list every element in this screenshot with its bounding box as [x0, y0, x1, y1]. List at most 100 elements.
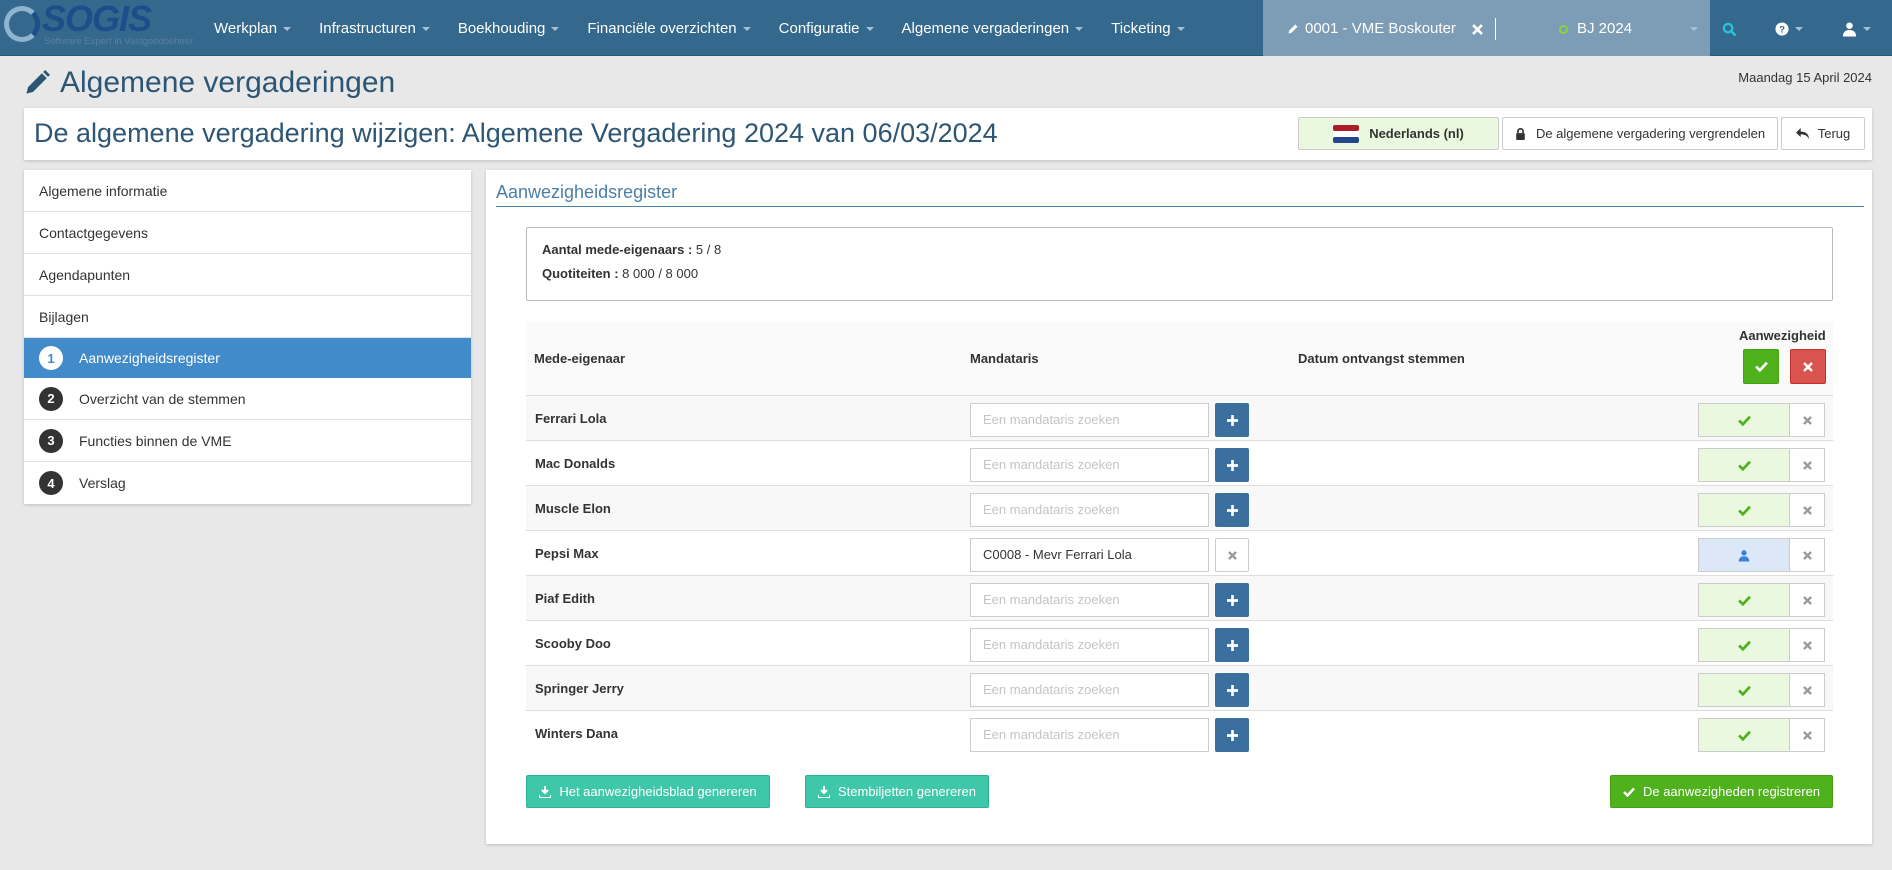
mandataris-search-input[interactable]: Een mandataris zoeken — [970, 628, 1209, 662]
sogis-logo[interactable]: SOGIS Software Expert in Vastgoedbeheer — [2, 0, 193, 54]
proxy-indicator[interactable] — [1698, 538, 1790, 572]
close-icon — [1802, 505, 1812, 515]
add-mandataris-button[interactable] — [1215, 583, 1249, 617]
sidebar-item-overzicht-stemmen[interactable]: 2 Overzicht van de stemmen — [24, 378, 471, 420]
sidebar-item-contactgegevens[interactable]: Contactgegevens — [24, 212, 471, 254]
lock-icon — [1516, 127, 1525, 140]
absent-toggle[interactable] — [1790, 538, 1825, 572]
menu-financiele-overzichten[interactable]: Financiële overzichten — [573, 0, 764, 56]
top-navbar: SOGIS Software Expert in Vastgoedbeheer … — [0, 0, 1892, 56]
sidebar-item-bijlagen[interactable]: Bijlagen — [24, 296, 471, 338]
plus-icon — [1226, 459, 1238, 471]
vme-current[interactable]: 0001 - VME Boskouter — [1287, 0, 1483, 56]
add-mandataris-button[interactable] — [1215, 493, 1249, 527]
sidebar-item-aanwezigheidsregister[interactable]: 1 Aanwezigheidsregister — [24, 338, 471, 378]
current-date: Maandag 15 April 2024 — [1738, 70, 1872, 85]
absent-toggle[interactable] — [1790, 448, 1825, 482]
search-nav[interactable] — [1722, 0, 1737, 56]
mandataris-search-input[interactable]: Een mandataris zoeken — [970, 673, 1209, 707]
add-mandataris-button[interactable] — [1215, 718, 1249, 752]
add-mandataris-button[interactable] — [1215, 448, 1249, 482]
close-vme-icon[interactable] — [1472, 23, 1483, 35]
mandataris-search-input[interactable]: Een mandataris zoeken — [970, 403, 1209, 437]
owners-count: Aantal mede-eigenaars : 5 / 8 — [542, 242, 722, 257]
bj-caret-icon[interactable] — [1690, 27, 1698, 31]
owner-name: Muscle Elon — [535, 501, 611, 516]
absent-toggle[interactable] — [1790, 718, 1825, 752]
present-toggle[interactable] — [1698, 628, 1790, 662]
sidebar-item-label: Functies binnen de VME — [79, 432, 232, 449]
download-icon — [817, 785, 830, 798]
sidebar-item-label: Aanwezigheidsregister — [79, 350, 220, 366]
netherlands-flag-icon — [1333, 124, 1360, 143]
col-datum: Datum ontvangst stemmen — [1298, 351, 1465, 366]
present-toggle[interactable] — [1698, 583, 1790, 617]
form-title: De algemene vergadering wijzigen: Algeme… — [34, 118, 998, 148]
heading-underline — [496, 206, 1864, 207]
user-nav[interactable] — [1842, 0, 1871, 56]
generate-ballots-button[interactable]: Stembiljetten genereren — [805, 775, 989, 808]
add-mandataris-button[interactable] — [1215, 673, 1249, 707]
help-nav[interactable]: ? — [1775, 0, 1803, 56]
lock-meeting-button[interactable]: De algemene vergadering vergrendelen — [1502, 117, 1778, 150]
language-button[interactable]: Nederlands (nl) — [1298, 117, 1499, 150]
sidebar-item-agendapunten[interactable]: Agendapunten — [24, 254, 471, 296]
add-mandataris-button[interactable] — [1215, 403, 1249, 437]
caret-down-icon — [1075, 27, 1084, 32]
mandataris-search-input[interactable]: Een mandataris zoeken — [970, 718, 1209, 752]
mandataris-search-input[interactable]: Een mandataris zoeken — [970, 448, 1209, 482]
present-toggle[interactable] — [1698, 403, 1790, 437]
menu-infrastructuren[interactable]: Infrastructuren — [305, 0, 444, 56]
mandataris-search-input[interactable]: Een mandataris zoeken — [970, 583, 1209, 617]
sidebar-item-algemene-informatie[interactable]: Algemene informatie — [24, 170, 471, 212]
sidebar-item-label: Bijlagen — [39, 308, 89, 325]
close-icon — [1802, 595, 1812, 605]
close-icon — [1802, 640, 1812, 650]
pencil-icon — [1288, 24, 1298, 34]
add-mandataris-button[interactable] — [1215, 628, 1249, 662]
present-toggle[interactable] — [1698, 448, 1790, 482]
svg-text:?: ? — [1779, 25, 1785, 36]
table-row: Pepsi Max C0008 - Mevr Ferrari Lola — [526, 531, 1833, 576]
col-aanwezigheid: Aanwezigheid — [1739, 328, 1826, 343]
plus-icon — [1226, 504, 1238, 516]
present-toggle[interactable] — [1698, 493, 1790, 527]
menu-ticketing[interactable]: Ticketing — [1097, 0, 1198, 56]
check-icon — [1737, 415, 1751, 426]
remove-mandataris-button[interactable] — [1215, 538, 1249, 572]
close-icon — [1227, 550, 1237, 560]
sidebar-item-functies-vme[interactable]: 3 Functies binnen de VME — [24, 420, 471, 462]
sidebar-item-verslag[interactable]: 4 Verslag — [24, 462, 471, 504]
absent-toggle[interactable] — [1790, 583, 1825, 617]
absent-toggle[interactable] — [1790, 673, 1825, 707]
check-icon — [1623, 787, 1635, 797]
close-icon — [1802, 550, 1812, 560]
register-attendance-button[interactable]: De aanwezigheden registreren — [1610, 775, 1833, 808]
absent-toggle[interactable] — [1790, 628, 1825, 662]
vme-divider — [1495, 18, 1496, 40]
sidebar-item-label: Algemene informatie — [39, 182, 168, 199]
mandataris-selected[interactable]: C0008 - Mevr Ferrari Lola — [970, 538, 1209, 572]
all-present-button[interactable] — [1743, 349, 1779, 384]
back-button[interactable]: Terug — [1781, 117, 1865, 150]
all-absent-button[interactable] — [1790, 349, 1826, 384]
boekjaar-select[interactable]: BJ 2024 — [1559, 0, 1632, 56]
present-toggle[interactable] — [1698, 718, 1790, 752]
check-icon — [1737, 730, 1751, 741]
owner-name: Ferrari Lola — [535, 411, 607, 426]
caret-down-icon — [551, 27, 560, 32]
absent-toggle[interactable] — [1790, 403, 1825, 437]
menu-boekhouding[interactable]: Boekhouding — [444, 0, 574, 56]
logo-ring-icon — [4, 6, 40, 42]
present-toggle[interactable] — [1698, 673, 1790, 707]
menu-werkplan[interactable]: Werkplan — [200, 0, 305, 56]
mandataris-search-input[interactable]: Een mandataris zoeken — [970, 493, 1209, 527]
table-header: Mede-eigenaar Mandataris Datum ontvangst… — [526, 322, 1833, 396]
menu-algemene-vergaderingen[interactable]: Algemene vergaderingen — [888, 0, 1098, 56]
absent-toggle[interactable] — [1790, 493, 1825, 527]
menu-configuratie[interactable]: Configuratie — [765, 0, 888, 56]
generate-attendance-sheet-button[interactable]: Het aanwezigheidsblad genereren — [526, 775, 770, 808]
owner-name: Mac Donalds — [535, 456, 616, 471]
owner-name: Pepsi Max — [535, 546, 599, 561]
check-icon — [1754, 361, 1768, 372]
